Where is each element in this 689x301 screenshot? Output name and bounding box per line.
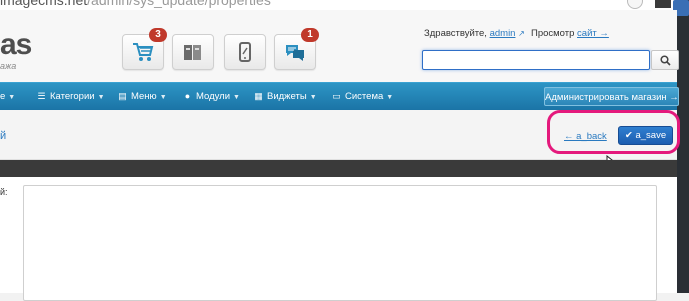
field-label: й: [0,187,8,197]
book-icon [184,45,201,60]
site-link[interactable]: сайт → [577,28,609,39]
nav-item-menu[interactable]: ▤ Меню ▼ [118,83,167,110]
main-nav: е ▼ ☰ Категории ▼ ▤ Меню ▼ ● Модули ▼ ▦ Виджеты ▼… [0,82,679,111]
nav-item-widgets[interactable]: ▦ Виджеты ▼ [254,83,317,110]
caret-down-icon: ▼ [233,94,240,101]
menu-icon: ▤ [118,91,127,101]
admin-header: as ажа 3 1 Здравствуйте, admin ↗ Просмот… [0,10,679,82]
caret-down-icon: ▼ [8,94,16,101]
description-textarea[interactable] [23,185,657,301]
chat-bubbles-icon [286,45,304,61]
search-button[interactable] [651,50,679,70]
logo-subtitle: ажа [0,61,17,71]
form-content: й: [0,177,677,301]
greeting: Здравствуйте, admin ↗ [424,28,525,39]
catalog-button[interactable] [172,34,214,70]
search-icon [660,55,671,66]
bookmark-star-icon[interactable] [627,0,643,9]
messages-button[interactable]: 1 [274,28,319,70]
browser-url[interactable]: imagecms.net/admin/sys_update/properties [0,0,271,8]
external-link-icon[interactable]: ↗ [518,29,525,38]
nav-item-label: Модули [196,91,231,102]
nav-item-modules[interactable]: ● Модули ▼ [183,83,240,110]
page-title: й [0,130,7,142]
greeting-label: Здравствуйте, [424,28,487,39]
caret-down-icon: ▼ [97,94,105,101]
nav-item-label: Меню [131,91,157,102]
nav-item-label: Виджеты [267,91,307,102]
view-label: Просмотр [531,28,575,39]
mobile-phone-icon [239,42,251,62]
section-header-band [0,160,677,177]
browser-extension-icon[interactable] [655,0,671,8]
highlight-annotation [547,110,680,154]
cart-button[interactable]: 3 [122,28,167,70]
messages-badge: 1 [301,28,319,42]
caret-down-icon: ▼ [309,94,317,101]
nav-item-label: е [0,91,6,102]
logo[interactable]: as [0,28,32,62]
widgets-icon: ▦ [254,91,263,101]
search-input[interactable] [422,50,650,70]
url-path: /admin/sys_update/properties [87,0,271,8]
list-icon: ☰ [37,91,46,101]
view-site: Просмотр сайт → [531,28,609,39]
cart-icon [133,43,154,61]
browser-side-strip [673,0,689,293]
url-host: imagecms.net [0,0,88,8]
user-link[interactable]: admin [490,28,516,39]
mobile-button[interactable] [224,34,266,70]
caret-down-icon: ▼ [159,94,167,101]
nav-item-label: Категории [50,91,95,102]
admin-shop-button[interactable]: Администрировать магазин → [544,87,679,106]
nav-item-shop[interactable]: е ▼ [0,83,15,110]
modules-icon: ● [184,91,191,101]
nav-item-label: Система [345,91,384,102]
nav-item-categories[interactable]: ☰ Категории ▼ [37,83,105,110]
cart-badge: 3 [149,28,167,42]
nav-item-system[interactable]: ▭ Система ▼ [332,83,393,110]
system-icon: ▭ [332,91,341,101]
caret-down-icon: ▼ [386,94,394,101]
